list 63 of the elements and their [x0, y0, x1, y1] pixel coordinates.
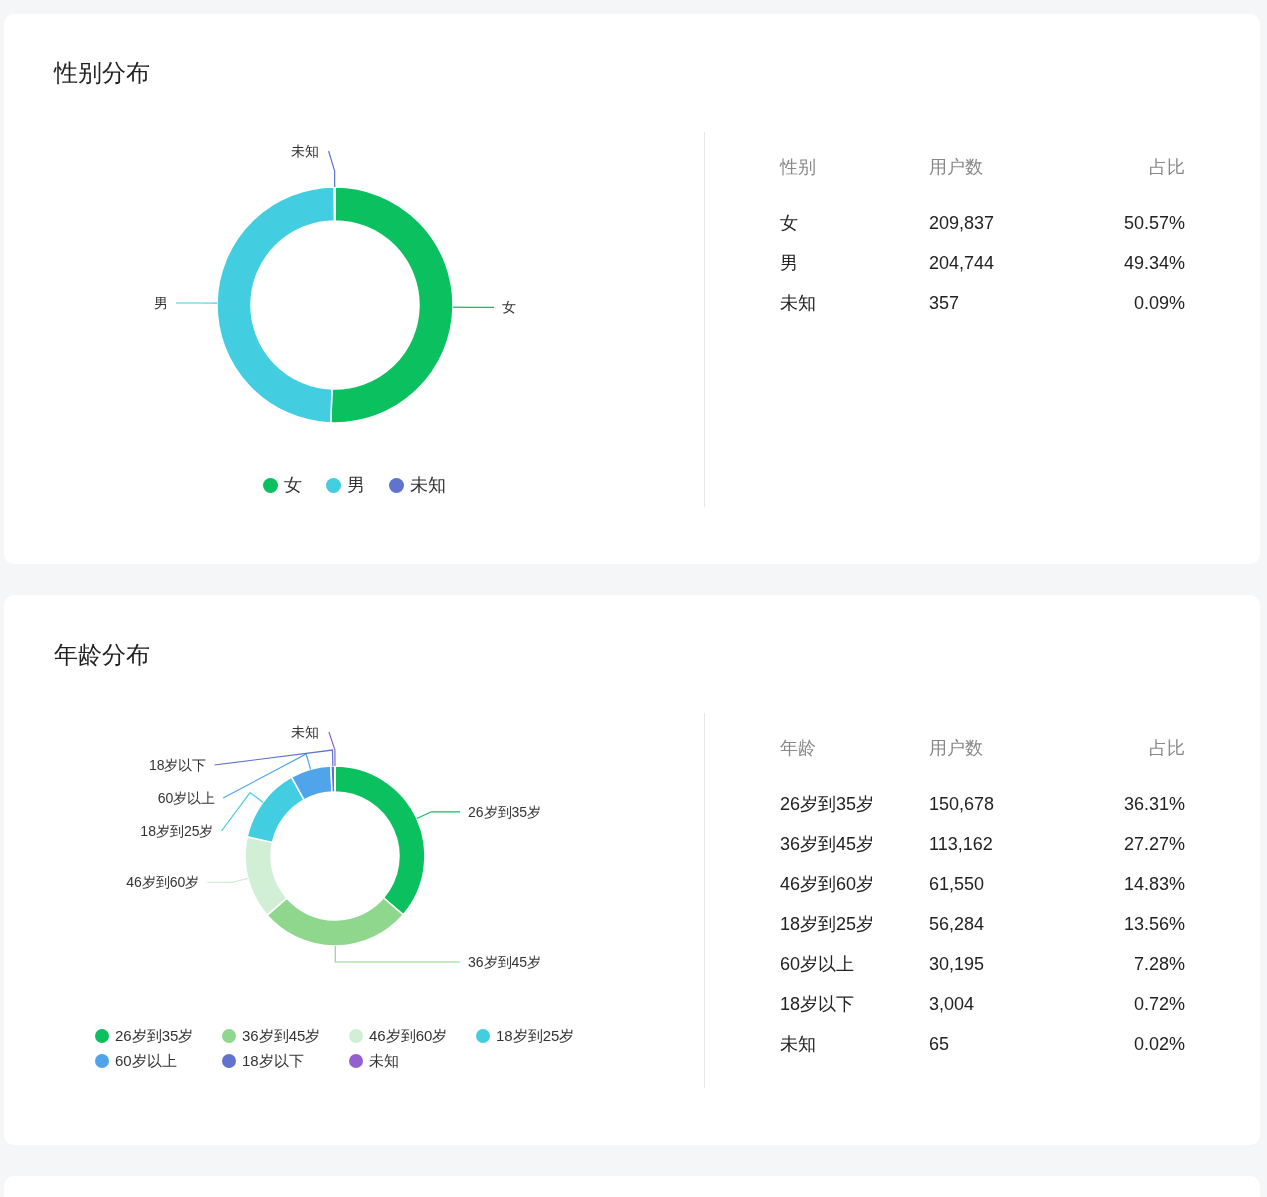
- table-cell-text: 46岁到60岁: [780, 873, 876, 896]
- table-cell-text: 女: [780, 212, 799, 235]
- legend-item[interactable]: 未知: [388, 472, 446, 499]
- section-title: 年龄分布: [53, 640, 151, 670]
- table-cell-text: 30,195: [929, 953, 986, 976]
- table-cell-text: 36岁到45岁: [780, 833, 876, 856]
- table-cell-text: 60岁以上: [780, 953, 856, 976]
- table-cell-text: 18岁到25岁: [780, 913, 876, 936]
- slice-label: 18岁以下: [148, 757, 207, 773]
- table-cell-text: 14.83%: [1122, 873, 1185, 896]
- table-cell-text: 13.56%: [1122, 913, 1185, 936]
- legend-item[interactable]: 36岁到45岁: [222, 1025, 349, 1048]
- legend-item[interactable]: 18岁到25岁: [476, 1025, 603, 1048]
- slice-label: 60岁以上: [157, 790, 216, 806]
- table-cell-text: 0.72%: [1132, 993, 1185, 1016]
- column-header: 占比: [1148, 737, 1185, 760]
- table-cell-text: 49.34%: [1122, 252, 1185, 275]
- table-cell-text: 26岁到35岁: [780, 793, 876, 816]
- leader-line: [328, 150, 336, 188]
- table-cell-text: 61,550: [929, 873, 986, 896]
- slice-label: 女: [502, 299, 516, 316]
- table-cell-text: 3,004: [929, 993, 976, 1016]
- slice-label: 未知: [290, 143, 319, 159]
- table-cell-text: 50.57%: [1122, 212, 1185, 235]
- table-cell-text: 7.28%: [1132, 953, 1185, 976]
- table-cell-text: 113,162: [929, 833, 994, 856]
- table-cell-text: 204,744: [929, 252, 996, 275]
- slice-label: 男: [154, 295, 168, 311]
- table-cell-text: 未知: [780, 1033, 817, 1056]
- legend-item[interactable]: 女: [262, 472, 302, 499]
- leader-line: [416, 811, 461, 820]
- slice-label: 18岁到25岁: [140, 823, 214, 839]
- table-cell-text: 0.02%: [1132, 1033, 1185, 1056]
- leader-line: [452, 306, 495, 308]
- column-header: 性别: [780, 156, 817, 179]
- slice-label: 26岁到35岁: [468, 803, 542, 820]
- table-cell-text: 0.09%: [1132, 292, 1185, 315]
- table-cell-text: 357: [929, 292, 961, 315]
- column-header: 占比: [1148, 156, 1185, 179]
- table-cell-text: 未知: [780, 292, 817, 315]
- section-title: 性别分布: [52, 58, 151, 88]
- legend-item[interactable]: 18岁以下: [222, 1049, 349, 1072]
- legend-item[interactable]: 60岁以上: [95, 1049, 222, 1072]
- column-header: 年龄: [780, 737, 817, 760]
- table-cell-text: 150,678: [929, 793, 996, 816]
- table-cell-text: 209,837: [929, 212, 996, 235]
- legend-item[interactable]: 未知: [349, 1049, 476, 1072]
- legend-item[interactable]: 男: [325, 472, 365, 499]
- leader-line: [175, 302, 218, 304]
- table-cell-text: 27.27%: [1122, 833, 1185, 856]
- table-cell-text: 18岁以下: [780, 993, 856, 1016]
- legend-item[interactable]: 46岁到60岁: [349, 1025, 476, 1048]
- slice-label: 46岁到60岁: [126, 874, 200, 891]
- leader-line: [206, 877, 249, 883]
- legend-item[interactable]: 26岁到35岁: [95, 1025, 222, 1048]
- slice-label: 36岁到45岁: [468, 954, 542, 970]
- slice-label: 未知: [290, 724, 319, 740]
- table-cell-text: 65: [929, 1033, 951, 1056]
- column-header: 用户数: [929, 737, 984, 760]
- table-cell-text: 56,284: [929, 913, 986, 936]
- table-cell-text: 36.31%: [1122, 793, 1185, 816]
- column-header: 用户数: [929, 156, 984, 179]
- table-cell-text: 男: [780, 252, 799, 275]
